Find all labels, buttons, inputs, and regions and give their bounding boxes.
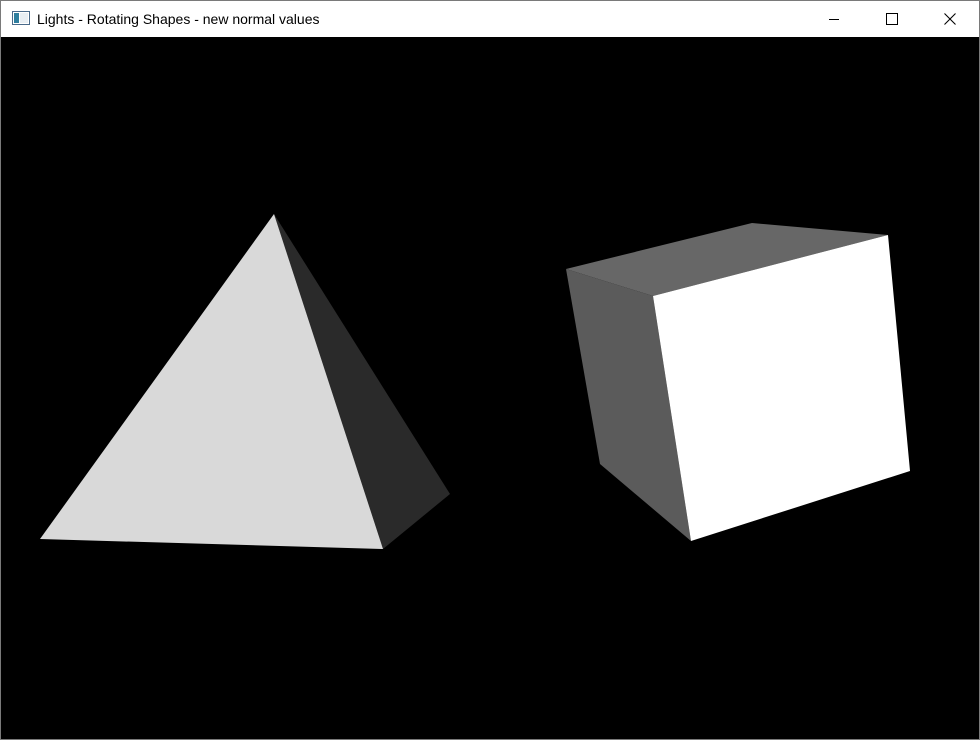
maximize-icon [886,13,898,25]
app-window-icon[interactable] [12,11,30,25]
close-icon [944,13,956,25]
app-window: Lights - Rotating Shapes - new normal va… [0,0,980,740]
render-viewport[interactable] [1,37,979,739]
maximize-button[interactable] [863,1,921,37]
minimize-button[interactable] [805,1,863,37]
window-title: Lights - Rotating Shapes - new normal va… [37,11,320,27]
title-bar[interactable]: Lights - Rotating Shapes - new normal va… [1,1,979,37]
pyramid [40,214,450,549]
cube [566,223,910,541]
minimize-icon [828,13,840,25]
close-button[interactable] [921,1,979,37]
